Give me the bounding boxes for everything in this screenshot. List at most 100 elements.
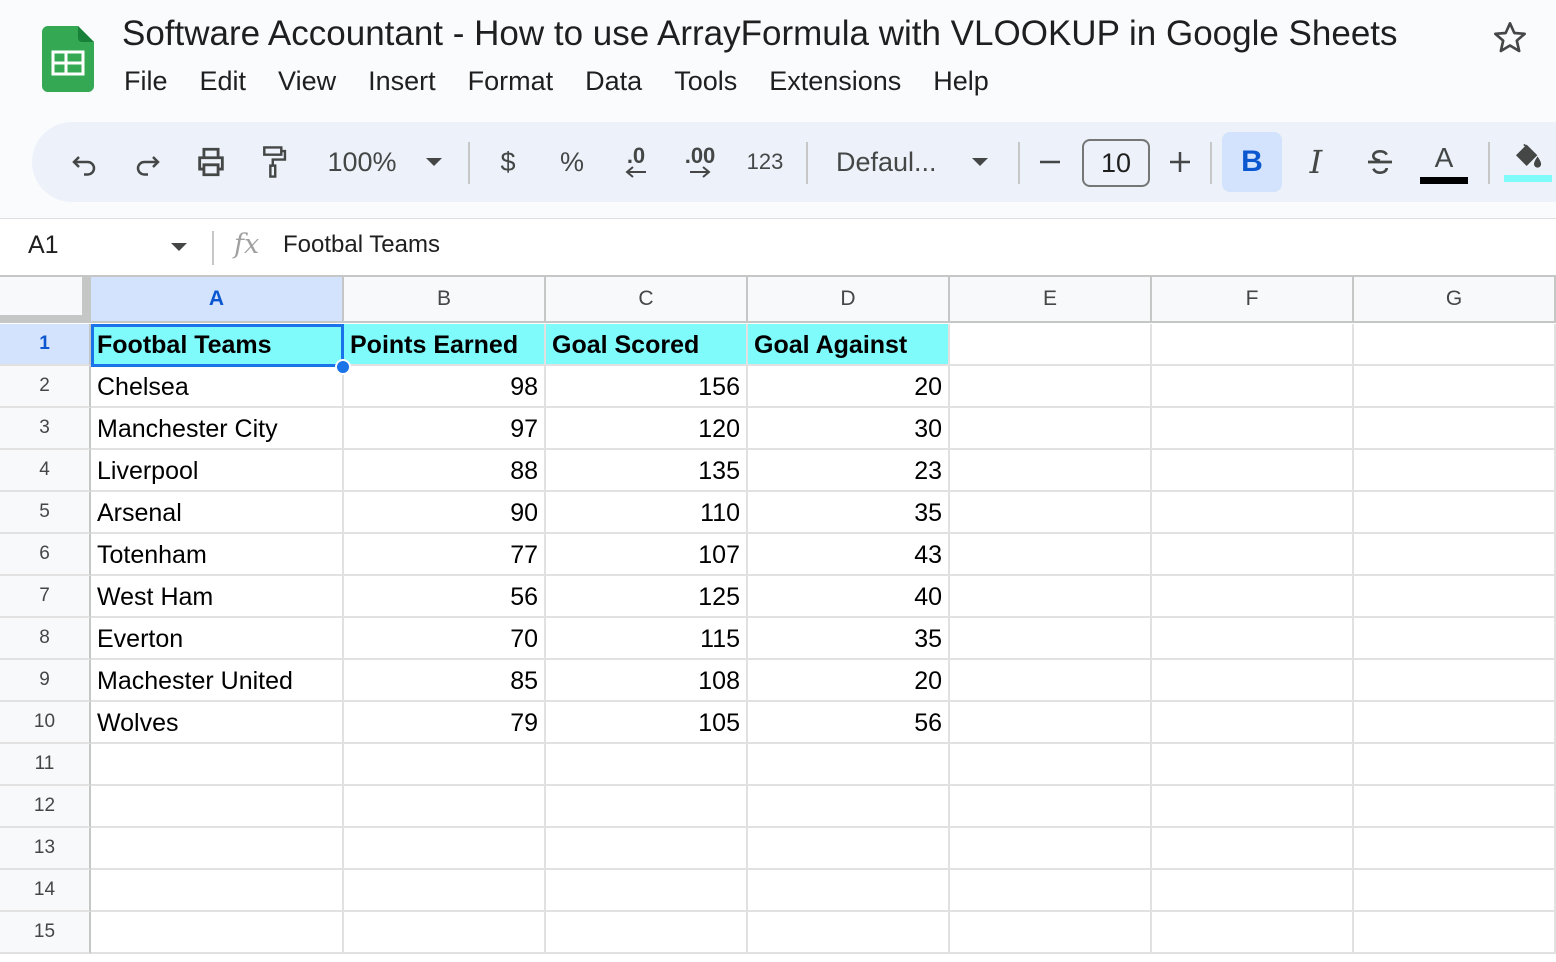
number-cell[interactable]: 35 (748, 618, 950, 660)
empty-cell[interactable] (546, 912, 748, 954)
empty-cell[interactable] (950, 744, 1152, 786)
decrease-decimal-button[interactable]: .0 (616, 122, 656, 202)
empty-cell[interactable] (1152, 324, 1354, 366)
paint-format-button[interactable] (256, 122, 292, 202)
empty-cell[interactable] (91, 912, 344, 954)
empty-cell[interactable] (748, 744, 950, 786)
number-cell[interactable]: 85 (344, 660, 546, 702)
empty-cell[interactable] (950, 870, 1152, 912)
column-header-f[interactable]: F (1152, 277, 1354, 323)
row-header[interactable]: 4 (0, 450, 91, 492)
menu-help[interactable]: Help (917, 64, 1005, 104)
empty-cell[interactable] (748, 828, 950, 870)
more-formats-button[interactable]: 123 (742, 122, 788, 202)
column-header-b[interactable]: B (344, 277, 546, 323)
number-cell[interactable]: 98 (344, 366, 546, 408)
empty-cell[interactable] (950, 324, 1152, 366)
menu-edit[interactable]: Edit (184, 64, 263, 104)
bold-button[interactable]: B (1222, 132, 1282, 192)
text-color-button[interactable]: A (1420, 122, 1468, 202)
team-name-cell[interactable]: Arsenal (91, 492, 344, 534)
number-cell[interactable]: 20 (748, 366, 950, 408)
italic-button[interactable]: I (1296, 122, 1336, 202)
empty-cell[interactable] (950, 534, 1152, 576)
number-cell[interactable]: 35 (748, 492, 950, 534)
zoom-select[interactable]: 100% (322, 122, 402, 202)
empty-cell[interactable] (950, 660, 1152, 702)
number-cell[interactable]: 97 (344, 408, 546, 450)
team-name-cell[interactable]: Machester United (91, 660, 344, 702)
font-size-input[interactable]: 10 (1082, 139, 1150, 187)
empty-cell[interactable] (1354, 744, 1556, 786)
row-header[interactable]: 14 (0, 870, 91, 912)
empty-cell[interactable] (1354, 534, 1556, 576)
empty-cell[interactable] (950, 408, 1152, 450)
empty-cell[interactable] (1152, 786, 1354, 828)
number-cell[interactable]: 88 (344, 450, 546, 492)
number-cell[interactable]: 30 (748, 408, 950, 450)
empty-cell[interactable] (1152, 660, 1354, 702)
header-cell[interactable]: Points Earned (344, 324, 546, 366)
team-name-cell[interactable]: Chelsea (91, 366, 344, 408)
empty-cell[interactable] (1354, 870, 1556, 912)
empty-cell[interactable] (950, 912, 1152, 954)
header-cell[interactable]: Goal Against (748, 324, 950, 366)
row-header[interactable]: 1 (0, 324, 91, 366)
number-cell[interactable]: 120 (546, 408, 748, 450)
number-cell[interactable]: 70 (344, 618, 546, 660)
row-header[interactable]: 8 (0, 618, 91, 660)
row-header[interactable]: 15 (0, 912, 91, 954)
menu-file[interactable]: File (108, 64, 184, 104)
empty-cell[interactable] (1152, 870, 1354, 912)
row-header[interactable]: 10 (0, 702, 91, 744)
number-cell[interactable]: 77 (344, 534, 546, 576)
number-cell[interactable]: 125 (546, 576, 748, 618)
font-dropdown[interactable] (966, 122, 994, 202)
empty-cell[interactable] (748, 786, 950, 828)
empty-cell[interactable] (91, 786, 344, 828)
sheets-logo-icon[interactable] (42, 26, 94, 92)
number-cell[interactable]: 40 (748, 576, 950, 618)
empty-cell[interactable] (1354, 702, 1556, 744)
empty-cell[interactable] (1354, 828, 1556, 870)
empty-cell[interactable] (1152, 450, 1354, 492)
number-cell[interactable]: 56 (344, 576, 546, 618)
row-header[interactable]: 6 (0, 534, 91, 576)
name-box[interactable]: A1 (28, 231, 59, 260)
empty-cell[interactable] (344, 870, 546, 912)
document-title[interactable]: Software Accountant - How to use ArrayFo… (122, 14, 1398, 54)
column-header-g[interactable]: G (1354, 277, 1556, 323)
empty-cell[interactable] (950, 576, 1152, 618)
increase-decimal-button[interactable]: .00 (678, 122, 722, 202)
number-cell[interactable]: 107 (546, 534, 748, 576)
row-header[interactable]: 7 (0, 576, 91, 618)
empty-cell[interactable] (91, 744, 344, 786)
header-cell[interactable]: Footbal Teams (91, 324, 344, 366)
empty-cell[interactable] (950, 618, 1152, 660)
menu-format[interactable]: Format (452, 64, 570, 104)
empty-cell[interactable] (546, 828, 748, 870)
empty-cell[interactable] (950, 828, 1152, 870)
empty-cell[interactable] (950, 786, 1152, 828)
number-cell[interactable]: 105 (546, 702, 748, 744)
empty-cell[interactable] (950, 366, 1152, 408)
percent-format-button[interactable]: % (554, 122, 590, 202)
redo-button[interactable] (130, 122, 166, 202)
empty-cell[interactable] (1354, 450, 1556, 492)
column-header-e[interactable]: E (950, 277, 1152, 323)
empty-cell[interactable] (748, 912, 950, 954)
empty-cell[interactable] (1354, 324, 1556, 366)
empty-cell[interactable] (546, 870, 748, 912)
empty-cell[interactable] (344, 828, 546, 870)
empty-cell[interactable] (1354, 576, 1556, 618)
menu-data[interactable]: Data (569, 64, 658, 104)
team-name-cell[interactable]: Everton (91, 618, 344, 660)
empty-cell[interactable] (1152, 576, 1354, 618)
currency-format-button[interactable]: $ (490, 122, 526, 202)
formula-input[interactable]: Footbal Teams (283, 231, 440, 259)
empty-cell[interactable] (1152, 702, 1354, 744)
empty-cell[interactable] (344, 744, 546, 786)
empty-cell[interactable] (1152, 492, 1354, 534)
menu-view[interactable]: View (262, 64, 352, 104)
menu-insert[interactable]: Insert (352, 64, 452, 104)
